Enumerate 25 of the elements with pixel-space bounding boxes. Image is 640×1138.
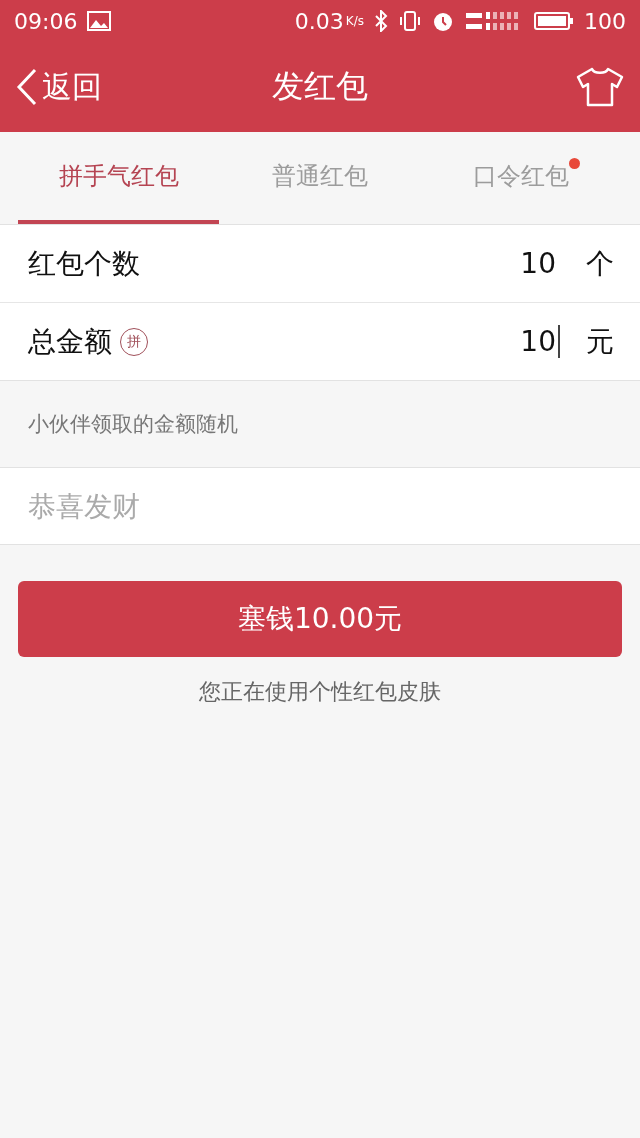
tab[interactable]: 口令红包: [420, 132, 622, 224]
unit-label: 个: [586, 245, 614, 282]
submit-button[interactable]: 塞钱10.00元: [18, 581, 622, 657]
greeting-field[interactable]: 恭喜发财: [0, 467, 640, 545]
value-field[interactable]: 10: [520, 247, 560, 280]
network-speed: 0.03: [294, 8, 344, 34]
bluetooth-icon: [374, 10, 388, 32]
battery-level: 100: [584, 8, 626, 34]
page-title: 发红包: [272, 66, 368, 107]
chevron-left-icon: [16, 68, 38, 106]
tab[interactable]: 普通红包: [219, 132, 421, 224]
speed-unit: K/s: [345, 14, 364, 28]
value-field[interactable]: 10: [520, 325, 560, 358]
battery-icon: [534, 11, 574, 31]
status-time: 09:06: [14, 8, 78, 34]
back-button[interactable]: 返回: [16, 66, 126, 108]
field-label: 红包个数: [28, 245, 140, 282]
image-icon: [87, 11, 112, 31]
vibrate-icon: [398, 10, 422, 32]
unit-label: 元: [586, 323, 614, 360]
alarm-icon: [432, 10, 454, 32]
field-label: 总金额: [28, 323, 112, 360]
skin-note: 您正在使用个性红包皮肤: [198, 678, 442, 706]
tshirt-icon: [576, 67, 624, 107]
hint-text: 小伙伴领取的金额随机: [27, 411, 239, 438]
